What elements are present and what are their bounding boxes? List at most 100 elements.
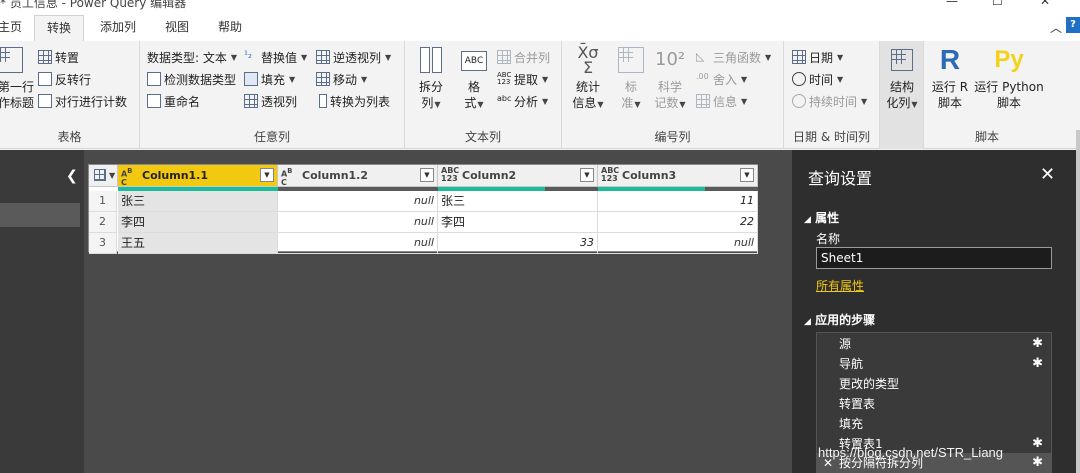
detect-type-icon: [147, 72, 161, 86]
tab-transform[interactable]: 转换: [34, 15, 85, 41]
transpose-label: 转置: [55, 50, 80, 65]
applied-step[interactable]: 导航 ✱: [817, 354, 1051, 374]
table-cell[interactable]: 李四: [118, 212, 278, 233]
close-icon[interactable]: ✕: [1040, 164, 1055, 185]
run-python-script-button[interactable]: Py 运行 Python 脚本: [974, 45, 1044, 111]
column-header[interactable]: ABC 123 Column2 ▼: [438, 165, 598, 187]
table-menu-button[interactable]: ▼: [89, 165, 118, 187]
any-type-icon: ABC 123: [601, 166, 620, 183]
query-item-selected[interactable]: [0, 203, 80, 227]
properties-section-header[interactable]: ◢ 属性: [804, 209, 839, 226]
replace-label: 替换值: [261, 50, 298, 65]
table-cell[interactable]: null: [278, 191, 438, 212]
chevron-left-icon[interactable]: ❮: [66, 168, 78, 184]
title-bar: * 员工信息 - Power Query 编辑器 — ☐ ✕: [0, 0, 1080, 13]
parse-button[interactable]: abc 分析 ▼: [497, 92, 548, 110]
gear-icon[interactable]: ✱: [1032, 334, 1043, 354]
column-header[interactable]: AB C Column1.2 ▼: [278, 165, 438, 187]
extract-button[interactable]: ABC 123 提取 ▼: [497, 70, 548, 88]
use-first-row-as-headers-button[interactable]: 将第一行 用作标题: [0, 45, 34, 111]
row-number: 2: [89, 212, 117, 233]
move-button[interactable]: 移动 ▼: [316, 70, 367, 88]
applied-step[interactable]: 源 ✱: [817, 334, 1051, 354]
table-cell[interactable]: 22: [598, 212, 758, 233]
rename-label: 重命名: [164, 94, 201, 109]
help-icon[interactable]: ?: [1066, 17, 1080, 33]
tab-help[interactable]: 帮助: [206, 15, 254, 41]
row-number: 1: [89, 191, 117, 212]
replace-values-button[interactable]: ¹₂ 替换值 ▼: [244, 48, 307, 66]
table-icon: [94, 169, 106, 181]
column-header[interactable]: ABC 123 Column3 ▼: [598, 165, 758, 187]
table-cell[interactable]: null: [598, 233, 758, 254]
rename-button[interactable]: 重命名: [147, 92, 200, 110]
applied-step[interactable]: 填充: [817, 414, 1051, 434]
close-icon[interactable]: ✕: [1040, 0, 1050, 8]
chevron-up-icon[interactable]: ︿: [1050, 19, 1062, 36]
chevron-down-icon: ▼: [679, 100, 686, 109]
data-type-dropdown[interactable]: 数据类型: 文本 ▼: [147, 48, 237, 66]
gear-icon[interactable]: ✱: [1032, 453, 1043, 473]
applied-step[interactable]: 转置表: [817, 394, 1051, 414]
time-label: 时间: [809, 72, 834, 87]
column-header[interactable]: AB C Column1.1 ▼: [118, 165, 278, 187]
gear-icon[interactable]: ✱: [1032, 434, 1043, 454]
filter-dropdown-icon[interactable]: ▼: [420, 168, 434, 182]
table-cell[interactable]: 11: [598, 191, 758, 212]
table-cell[interactable]: 张三: [438, 191, 598, 212]
table-cell[interactable]: 李四: [438, 212, 598, 233]
scientific-button[interactable]: 10² 科学 记数▼: [652, 45, 688, 113]
count-rows-button[interactable]: 对行进行计数: [38, 92, 127, 110]
table-cell[interactable]: null: [278, 212, 438, 233]
gear-icon[interactable]: ✱: [1032, 354, 1043, 374]
trigonometry-button[interactable]: ◺ 三角函数 ▼: [696, 48, 771, 66]
data-grid: ▼ AB C Column1.1 ▼ AB C Column1.2 ▼ ABC 123…: [88, 164, 758, 254]
step-label: 转置表: [839, 397, 876, 411]
date-button[interactable]: 日期 ▼: [792, 48, 843, 66]
statistics-icon: X̄σ Σ: [577, 43, 599, 77]
rounding-button[interactable]: .00 舍入 ▼: [696, 70, 747, 88]
count-rows-icon: [38, 94, 52, 108]
standard-button[interactable]: 标 准▼: [614, 45, 648, 113]
table-cell[interactable]: 王五: [118, 233, 278, 254]
unpivot-columns-button[interactable]: 逆透视列 ▼: [316, 48, 391, 66]
fill-button[interactable]: 填充 ▼: [244, 70, 295, 88]
transpose-icon: [38, 50, 52, 64]
detect-data-type-button[interactable]: 检测数据类型: [147, 70, 236, 88]
list-icon: [319, 94, 327, 108]
format-button[interactable]: ABC 格 式▼: [457, 45, 491, 113]
split-column-button[interactable]: 拆分 列▼: [413, 45, 449, 113]
statistics-button[interactable]: X̄σ Σ 统计 信息▼: [566, 45, 610, 113]
table-cell[interactable]: null: [278, 233, 438, 254]
filter-dropdown-icon[interactable]: ▼: [260, 168, 274, 182]
step-label: 填充: [839, 417, 864, 431]
pivot-column-button[interactable]: 透视列: [244, 92, 297, 110]
group-label-any-column: 任意列: [253, 130, 290, 144]
applied-step[interactable]: 更改的类型: [817, 374, 1051, 394]
tab-add-column[interactable]: 添加列: [88, 15, 148, 41]
table-cell[interactable]: 33: [438, 233, 598, 254]
filter-dropdown-icon[interactable]: ▼: [740, 168, 754, 182]
filter-dropdown-icon[interactable]: ▼: [580, 168, 594, 182]
triangle-icon: ◺: [696, 50, 705, 63]
structured-column-button[interactable]: 结构 化列▼: [883, 45, 921, 113]
time-button[interactable]: 时间 ▼: [792, 70, 843, 88]
run-r-script-button[interactable]: R 运行 R 脚本: [928, 45, 972, 111]
all-properties-link[interactable]: 所有属性: [816, 277, 864, 294]
transpose-button[interactable]: 转置: [38, 48, 79, 66]
query-name-input[interactable]: Sheet1: [816, 247, 1052, 269]
column-header-label: Column3: [622, 169, 677, 182]
merge-columns-button[interactable]: 合并列: [497, 48, 550, 66]
maximize-icon[interactable]: ☐: [992, 0, 1003, 8]
chevron-down-icon: ▼: [765, 52, 772, 62]
minimize-icon[interactable]: —: [946, 0, 958, 8]
tab-view[interactable]: 视图: [153, 15, 201, 41]
applied-steps-section-header[interactable]: ◢ 应用的步骤: [804, 311, 875, 328]
information-button[interactable]: 信息 ▼: [696, 92, 747, 110]
tab-home[interactable]: 主页: [0, 15, 34, 41]
table-cell[interactable]: 张三: [118, 191, 278, 212]
duration-button[interactable]: 持续时间 ▼: [792, 92, 867, 110]
reverse-rows-button[interactable]: 反转行: [38, 70, 91, 88]
chevron-down-icon: ▼: [301, 52, 308, 62]
convert-to-list-button[interactable]: 转换为列表: [316, 92, 390, 110]
